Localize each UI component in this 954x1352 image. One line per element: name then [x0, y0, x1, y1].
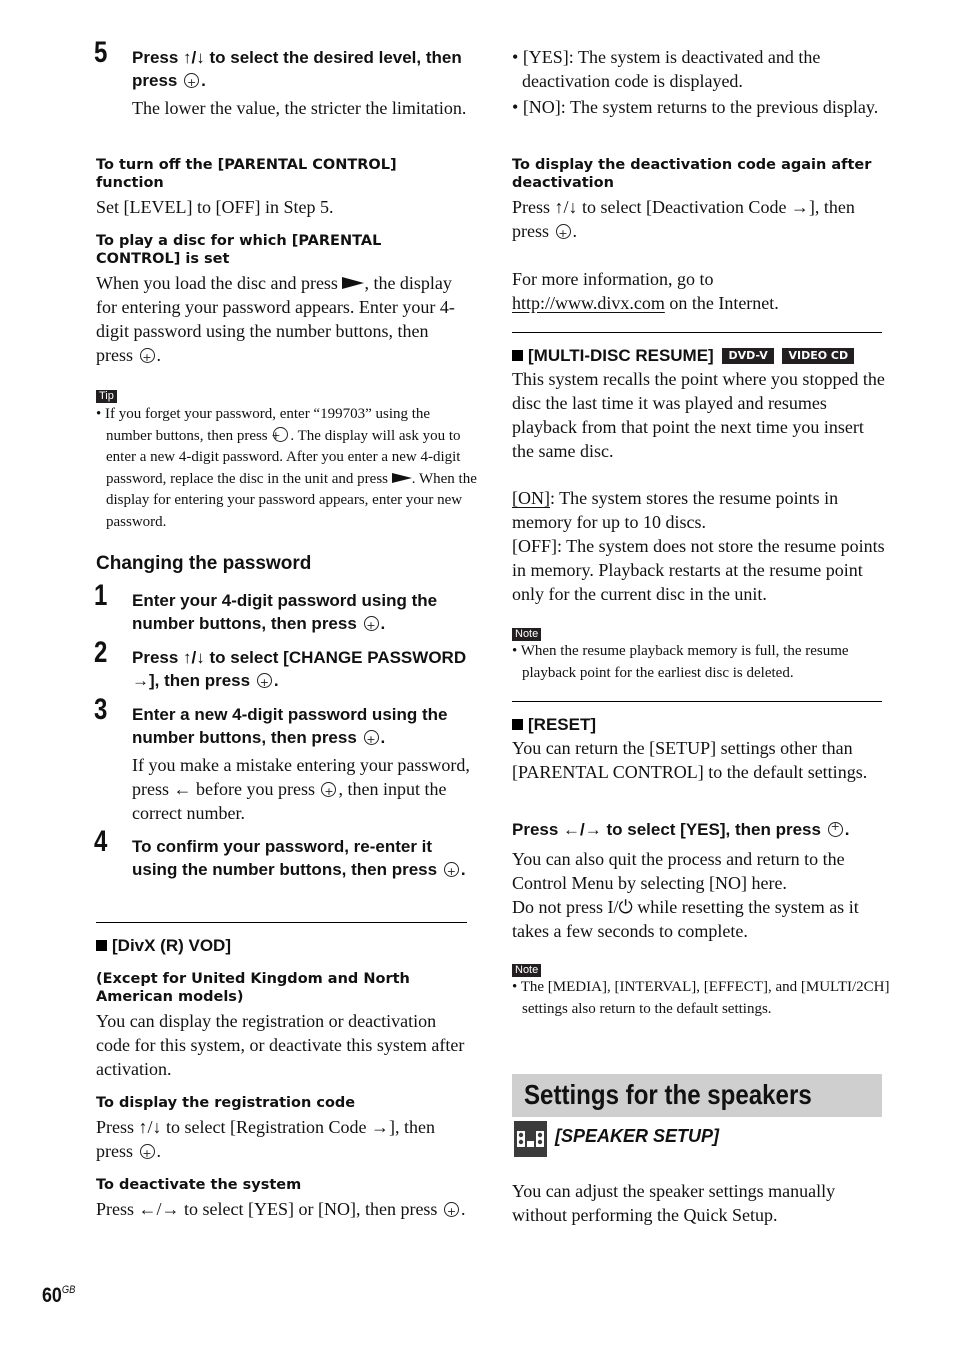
multidisc-note: • When the resume playback memory is ful…: [512, 643, 849, 681]
enter-button-icon: [321, 780, 337, 804]
step-instruction: Press ↑/↓ to select the desired level, t…: [132, 46, 472, 94]
multidisc-body: This system recalls the point where you …: [512, 369, 885, 461]
step-number: 2: [94, 636, 108, 669]
step-number: 5: [94, 36, 108, 69]
enter-button-icon: [256, 671, 272, 694]
step-instruction: Enter your 4-digit password using the nu…: [132, 589, 472, 637]
note-label: Note: [512, 960, 542, 978]
section-title: Settings for the speakers: [524, 1079, 812, 1110]
registration-heading: To display the registration code: [96, 1095, 356, 1111]
speaker-body: You can adjust the speaker settings manu…: [512, 1181, 836, 1225]
deactivate-heading: To deactivate the system: [96, 1177, 302, 1193]
multidisc-heading: [MULTI-DISC RESUME] DVD-V VIDEO CD: [512, 345, 855, 367]
more-info: For more information, go to http://www.d…: [512, 269, 779, 313]
play-icon: [391, 472, 412, 483]
enter-button-icon: [827, 820, 843, 837]
reset-body: You can return the [SETUP] settings othe…: [512, 738, 868, 782]
tip-label: Tip: [96, 386, 117, 404]
reset-instruction: Press ←/→ to select [YES], then press .: [512, 820, 849, 840]
tip-text: • If you forget your password, enter “19…: [96, 404, 478, 533]
step-instruction: Press ↑/↓ to select [CHANGE PASSWORD →],…: [132, 646, 472, 694]
dvd-v-badge: DVD-V: [722, 348, 774, 364]
multidisc-off: [OFF]: The system does not store the res…: [512, 536, 885, 604]
reset-body-2: You can also quit the process and return…: [512, 849, 845, 893]
square-bullet-icon: [512, 350, 523, 361]
changing-password-heading: Changing the password: [96, 553, 312, 574]
enter-button-icon: [555, 222, 571, 246]
divx-heading: [DivX (R) VOD]: [96, 935, 231, 957]
enter-button-icon: [363, 728, 379, 751]
step-number: 1: [94, 579, 108, 612]
reset-note: • The [MEDIA], [INTERVAL], [EFFECT], and…: [512, 979, 890, 1017]
reset-heading: [RESET]: [512, 714, 596, 736]
note-label: Note: [512, 624, 542, 642]
enter-button-icon: [139, 346, 155, 370]
section-divider: [512, 332, 882, 333]
multidisc-on: [ON]: The system stores the resume point…: [512, 488, 839, 532]
enter-button-icon: [363, 614, 379, 637]
deactivation-again-heading: To display the deactivation code again a…: [512, 157, 872, 191]
step-note: If you make a mistake entering your pass…: [132, 753, 472, 825]
divx-link[interactable]: http://www.divx.com: [512, 293, 665, 313]
square-bullet-icon: [512, 719, 523, 730]
no-bullet: • [NO]: The system returns to the previo…: [512, 97, 879, 117]
deactivate-body: Press ←/→ to select [YES] or [NO], then …: [96, 1197, 468, 1224]
enter-button-icon: [443, 1200, 459, 1224]
speaker-setup-icon: [514, 1121, 547, 1157]
turn-off-body: Set [LEVEL] to [OFF] in Step 5.: [96, 197, 334, 217]
registration-body: Press ↑/↓ to select [Registration Code →…: [96, 1115, 468, 1166]
step-number: 4: [94, 825, 108, 858]
enter-button-icon: [139, 1142, 155, 1166]
step-note: The lower the value, the stricter the li…: [132, 98, 467, 118]
step-number: 3: [94, 693, 108, 726]
play-icon: [342, 277, 365, 289]
section-banner: Settings for the speakers: [512, 1074, 882, 1117]
section-divider: [96, 922, 467, 923]
play-disc-body: When you load the disc and press , the d…: [96, 271, 468, 370]
play-disc-heading: To play a disc for which [PARENTAL CONTR…: [96, 233, 382, 267]
page-number: 60GB: [42, 1284, 76, 1307]
section-divider: [512, 701, 882, 702]
enter-button-icon: [273, 425, 289, 446]
deactivation-again-body: Press ↑/↓ to select [Deactivation Code →…: [512, 195, 882, 246]
step-instruction: Enter a new 4-digit password using the n…: [132, 703, 472, 751]
divx-body: You can display the registration or deac…: [96, 1011, 465, 1079]
divx-subheading: (Except for United Kingdom and North Ame…: [96, 971, 410, 1005]
speaker-setup-title: [SPEAKER SETUP]: [555, 1126, 720, 1146]
turn-off-heading: To turn off the [PARENTAL CONTROL] funct…: [96, 157, 397, 191]
power-icon: I/⏻: [607, 897, 633, 917]
enter-button-icon: [184, 71, 200, 94]
yes-bullet: • [YES]: The system is deactivated and t…: [512, 47, 821, 91]
video-cd-badge: VIDEO CD: [782, 348, 855, 364]
square-bullet-icon: [96, 940, 107, 951]
reset-body-3: Do not press I/⏻ while resetting the sys…: [512, 897, 859, 941]
enter-button-icon: [443, 860, 459, 883]
step-instruction: To confirm your password, re-enter it us…: [132, 835, 472, 883]
